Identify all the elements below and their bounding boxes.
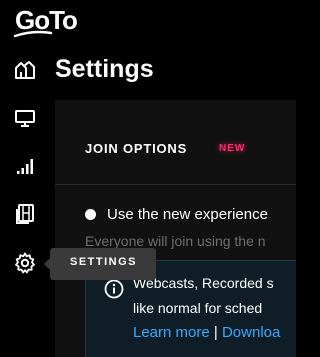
app-root: GoTo Settings JOIN OPTIONS NEW Use the n… (0, 0, 296, 357)
section-header: JOIN OPTIONS NEW (55, 100, 296, 185)
use-new-experience-radio[interactable]: Use the new experience (85, 206, 296, 224)
radio-label: Use the new experience (107, 206, 268, 223)
signal-bars-icon (17, 159, 33, 174)
download-link[interactable]: Downloa (222, 324, 280, 341)
sidebar-item-analytics[interactable] (13, 154, 37, 178)
radio-button[interactable] (85, 209, 96, 220)
film-icon (16, 204, 34, 224)
sidebar-item-meetings[interactable] (13, 106, 37, 130)
sidebar-item-recordings[interactable] (13, 202, 37, 226)
section-title: JOIN OPTIONS (85, 141, 188, 156)
info-icon (104, 279, 124, 299)
sidebar-item-home[interactable] (13, 58, 37, 82)
info-links: Learn more | Downloa (133, 324, 280, 342)
tooltip-caret (44, 258, 50, 270)
page-title: Settings (55, 55, 154, 83)
sidebar-item-settings[interactable] (13, 251, 37, 275)
link-separator: | (213, 324, 218, 341)
info-text-line-2: like normal for sched (133, 300, 263, 316)
learn-more-link[interactable]: Learn more (133, 324, 210, 341)
new-badge: NEW (219, 143, 246, 154)
logo-swoosh (13, 30, 53, 38)
home-icon (15, 61, 35, 79)
settings-tooltip: SETTINGS (44, 248, 156, 280)
settings-panel: JOIN OPTIONS NEW Use the new experience … (55, 100, 296, 357)
gear-icon (15, 252, 35, 274)
tooltip-text: SETTINGS (70, 256, 138, 268)
monitor-icon (15, 110, 35, 127)
